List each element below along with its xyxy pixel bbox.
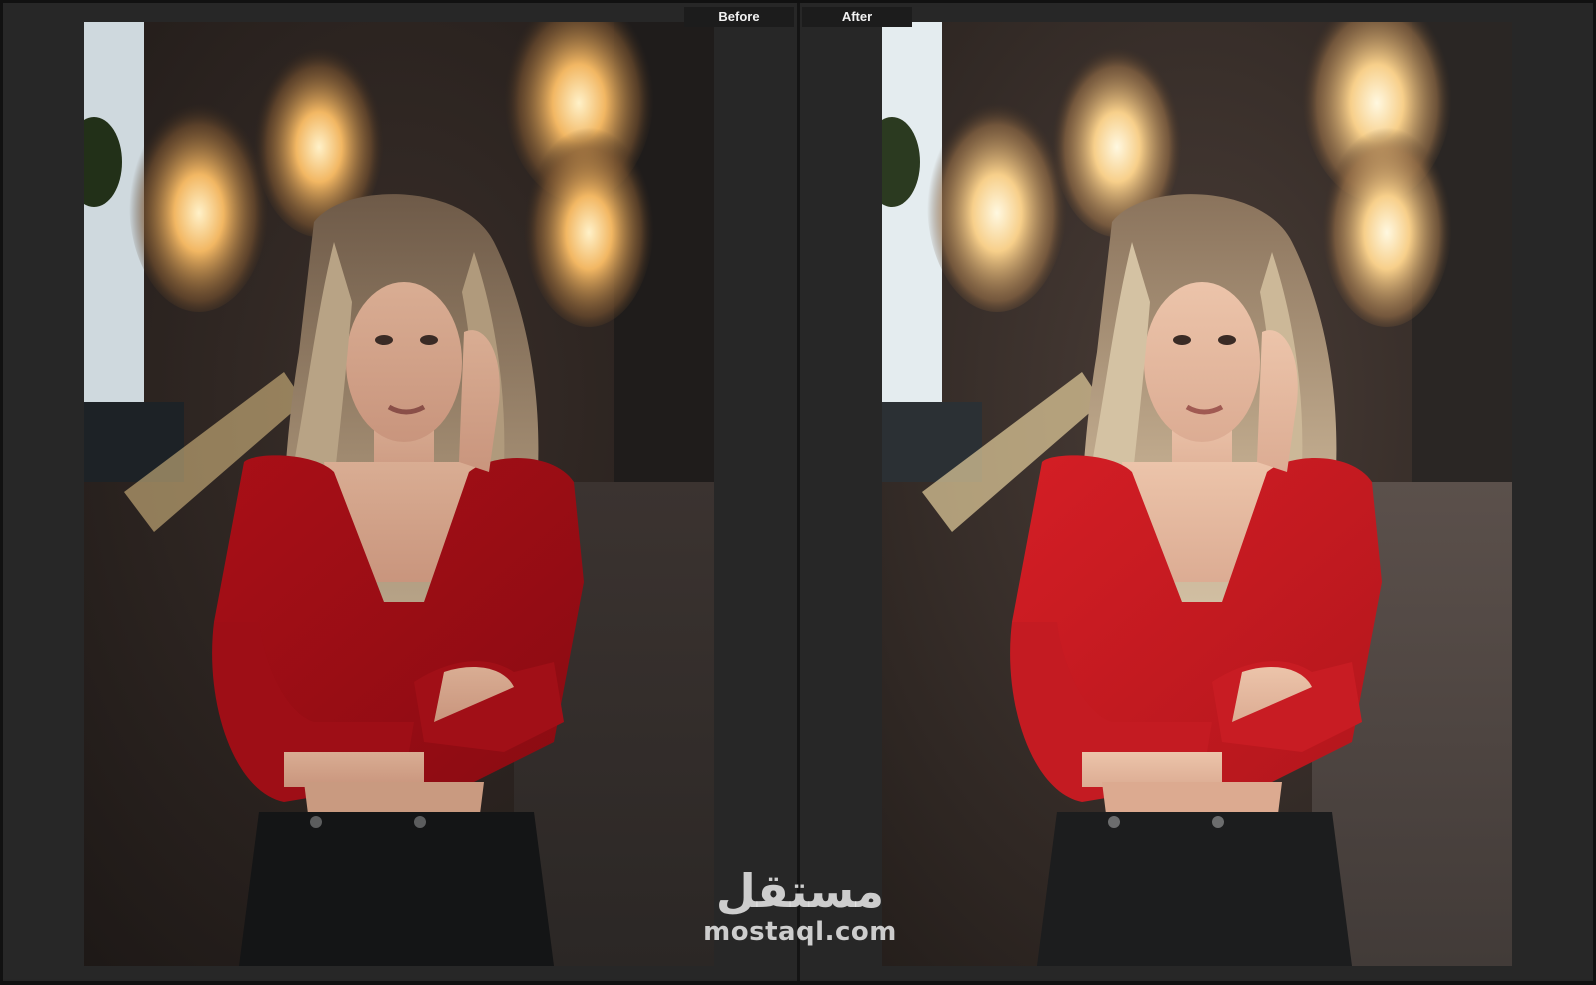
after-label: After <box>802 7 912 27</box>
watermark-url: mostaql.com <box>703 917 897 947</box>
after-photo <box>882 22 1512 966</box>
watermark-arabic: مستقل <box>715 864 885 918</box>
watermark-logo: مستقل mostaql.com <box>690 865 910 965</box>
before-photo <box>84 22 714 966</box>
editor-canvas: Before After مستقل mostaql.com <box>0 0 1596 985</box>
compare-divider[interactable] <box>797 3 800 981</box>
frame-border <box>0 981 1596 985</box>
before-label: Before <box>684 7 794 27</box>
